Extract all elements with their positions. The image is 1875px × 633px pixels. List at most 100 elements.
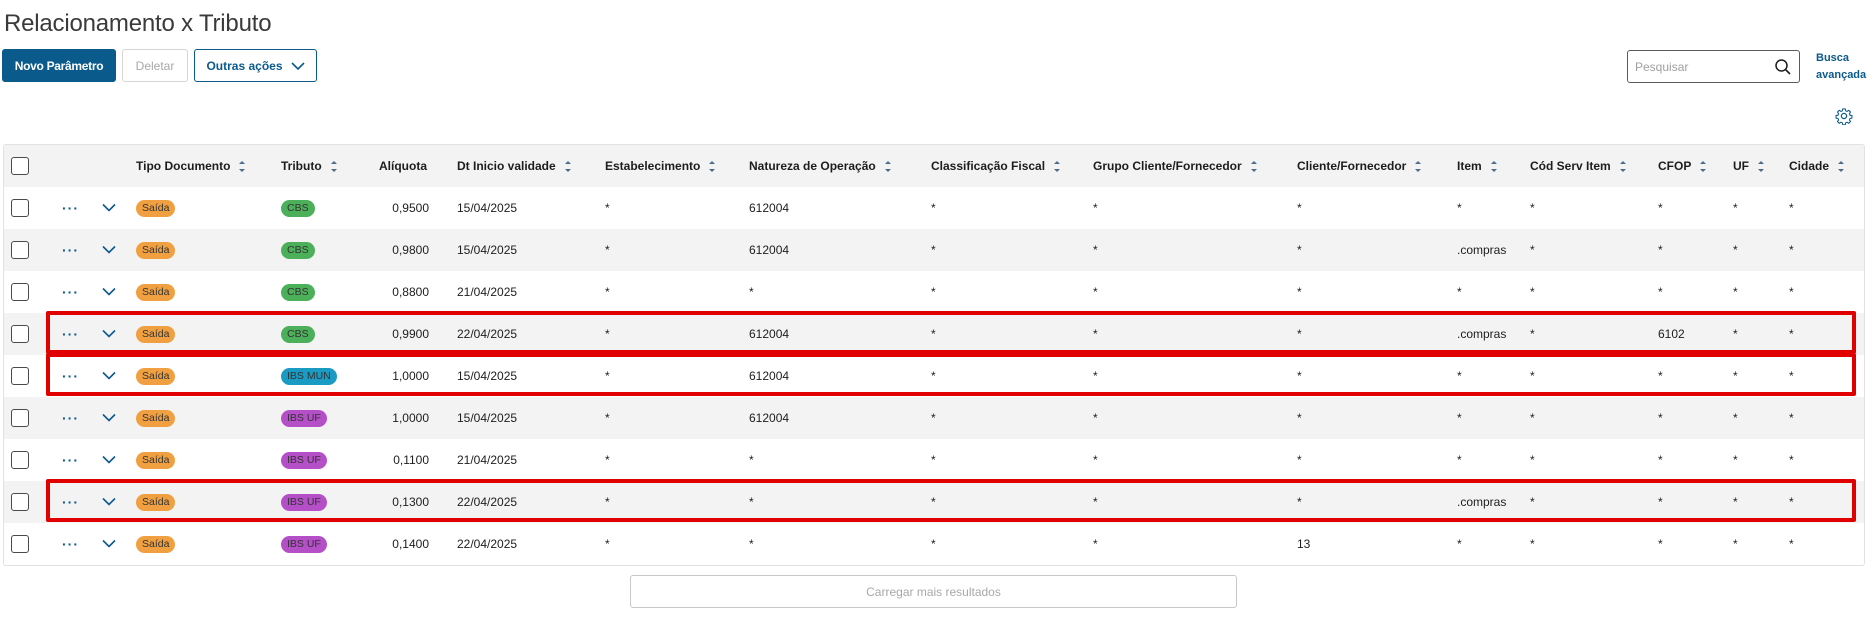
row-checkbox[interactable]: [11, 229, 29, 271]
cell-natureza: 612004: [749, 243, 790, 257]
more-actions-button[interactable]: Outras ações: [194, 49, 317, 82]
cell-uf: *: [1733, 495, 1738, 509]
cell-estab: *: [605, 243, 610, 257]
header-label: Tipo Documento: [136, 159, 231, 173]
header-label: Dt Inicio validade: [457, 159, 556, 173]
cell-uf: *: [1733, 243, 1738, 257]
sort-icon: [238, 160, 246, 172]
cell-item: .compras: [1457, 243, 1507, 257]
cell-uf: *: [1733, 537, 1738, 551]
header-aliquota[interactable]: Alíquota: [379, 145, 427, 187]
cell-aliquota: 0,1300: [392, 495, 429, 509]
row-checkbox[interactable]: [11, 313, 29, 355]
header-cfop[interactable]: CFOP: [1658, 145, 1707, 187]
chevron-down-icon[interactable]: [102, 355, 116, 397]
more-actions-icon[interactable]: ···: [62, 187, 79, 229]
header-item[interactable]: Item: [1457, 145, 1497, 187]
sort-icon: [1053, 160, 1061, 172]
more-actions-icon[interactable]: ···: [62, 439, 79, 481]
cell-grupo: *: [1093, 495, 1098, 509]
chevron-down-icon[interactable]: [102, 313, 116, 355]
sort-icon: [1490, 160, 1497, 172]
header-label: Cliente/Fornecedor: [1297, 159, 1407, 173]
header-natureza[interactable]: Natureza de Operação: [749, 145, 891, 187]
chevron-down-icon[interactable]: [102, 523, 116, 565]
header-dt-inicio[interactable]: Dt Inicio validade: [457, 145, 571, 187]
cell-natureza: 612004: [749, 369, 790, 383]
delete-button[interactable]: Deletar: [122, 49, 188, 82]
table-row[interactable]: ··· Saída IBS UF 0,1400 22/04/2025 * * * * 13 * * * *…: [4, 523, 1864, 565]
cell-uf: *: [1733, 369, 1738, 383]
more-actions-icon[interactable]: ···: [62, 481, 79, 523]
row-checkbox[interactable]: [11, 439, 29, 481]
table-row[interactable]: ··· Saída CBS 0,9900 22/04/2025 * 612004 * * * .co…: [4, 313, 1864, 355]
chevron-down-icon[interactable]: [102, 271, 116, 313]
header-uf[interactable]: UF: [1733, 145, 1764, 187]
chevron-down-icon[interactable]: [102, 187, 116, 229]
table-row[interactable]: ··· Saída IBS MUN 1,0000 15/04/2025 * 612004 * *…: [4, 355, 1864, 397]
load-more-button[interactable]: Carregar mais resultados: [630, 575, 1237, 608]
advanced-search-link[interactable]: Busca avançada: [1816, 50, 1866, 84]
chevron-down-icon[interactable]: [102, 439, 116, 481]
cell-classif: *: [931, 537, 936, 551]
select-all-checkbox[interactable]: [11, 145, 29, 187]
sort-icon: [1699, 160, 1707, 172]
header-classificacao[interactable]: Classificação Fiscal: [931, 145, 1061, 187]
header-grupo[interactable]: Grupo Cliente/Fornecedor: [1093, 145, 1257, 187]
row-checkbox[interactable]: [11, 481, 29, 523]
more-actions-icon[interactable]: ···: [62, 355, 79, 397]
new-parameter-button[interactable]: Novo Parâmetro: [2, 49, 116, 82]
tipo-badge: Saída: [136, 283, 176, 301]
header-tributo[interactable]: Tributo: [281, 145, 337, 187]
cell-item: *: [1457, 411, 1462, 425]
gear-icon[interactable]: [1835, 107, 1853, 125]
cell-cliente: 13: [1297, 537, 1311, 551]
header-cliente[interactable]: Cliente/Fornecedor: [1297, 145, 1422, 187]
header-label: Cód Serv Item: [1530, 159, 1611, 173]
more-actions-icon[interactable]: ···: [62, 523, 79, 565]
cell-grupo: *: [1093, 369, 1098, 383]
cell-cliente: *: [1297, 453, 1302, 467]
table-row[interactable]: ··· Saída IBS UF 0,1100 21/04/2025 * * * * * * * * * *: [4, 439, 1864, 481]
table-row[interactable]: ··· Saída CBS 0,9500 15/04/2025 * 612004 * * * * * *…: [4, 187, 1864, 229]
cell-dt: 15/04/2025: [457, 243, 518, 257]
cell-uf: *: [1733, 453, 1738, 467]
cell-dt: 15/04/2025: [457, 411, 518, 425]
header-tipo-documento[interactable]: Tipo Documento: [136, 145, 246, 187]
chevron-down-icon[interactable]: [102, 229, 116, 271]
tipo-badge: Saída: [136, 535, 176, 553]
cell-dt: 21/04/2025: [457, 453, 518, 467]
tipo-badge: Saída: [136, 493, 176, 511]
table-row[interactable]: ··· Saída CBS 0,8800 21/04/2025 * * * * * * * * * *: [4, 271, 1864, 313]
row-checkbox[interactable]: [11, 397, 29, 439]
cell-item: *: [1457, 369, 1462, 383]
row-checkbox[interactable]: [11, 271, 29, 313]
cell-aliquota: 0,1400: [392, 537, 429, 551]
sort-icon: [1757, 160, 1764, 172]
search-icon[interactable]: [1774, 58, 1792, 76]
more-actions-icon[interactable]: ···: [62, 313, 79, 355]
cell-dt: 21/04/2025: [457, 285, 518, 299]
chevron-down-icon[interactable]: [102, 397, 116, 439]
chevron-down-icon[interactable]: [102, 481, 116, 523]
table-row[interactable]: ··· Saída CBS 0,9800 15/04/2025 * 612004 * * * .co…: [4, 229, 1864, 271]
cell-aliquota: 0,8800: [392, 285, 429, 299]
more-actions-icon[interactable]: ···: [62, 229, 79, 271]
table-row[interactable]: ··· Saída IBS UF 0,1300 22/04/2025 * * * * * .comp…: [4, 481, 1864, 523]
header-estabelecimento[interactable]: Estabelecimento: [605, 145, 716, 187]
header-cod-serv[interactable]: Cód Serv Item: [1530, 145, 1626, 187]
more-actions-icon[interactable]: ···: [62, 271, 79, 313]
cell-cidade: *: [1789, 285, 1794, 299]
row-checkbox[interactable]: [11, 187, 29, 229]
search-input[interactable]: Pesquisar: [1627, 50, 1800, 83]
more-actions-icon[interactable]: ···: [62, 397, 79, 439]
cell-uf: *: [1733, 411, 1738, 425]
row-checkbox[interactable]: [11, 523, 29, 565]
cell-estab: *: [605, 285, 610, 299]
table-row[interactable]: ··· Saída IBS UF 1,0000 15/04/2025 * 612004 * * *…: [4, 397, 1864, 439]
cell-cfop: *: [1658, 243, 1663, 257]
row-checkbox[interactable]: [11, 355, 29, 397]
cell-tributo: IBS UF: [281, 439, 327, 481]
header-cidade[interactable]: Cidade: [1789, 145, 1845, 187]
cell-tributo: IBS MUN: [281, 355, 337, 397]
